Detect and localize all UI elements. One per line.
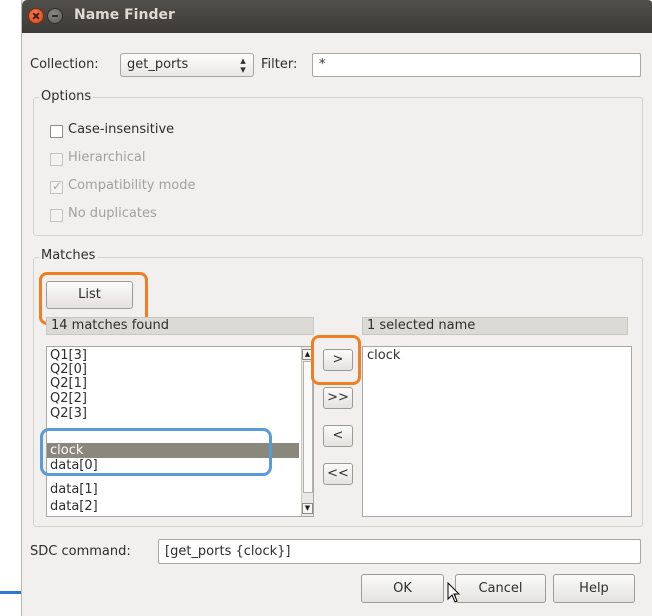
collection-value: get_ports [127, 57, 189, 72]
compatibility-mode-checkbox[interactable]: ✓ [50, 179, 63, 194]
list-item[interactable]: Q2[1] [50, 376, 87, 391]
filter-value: * [319, 57, 326, 72]
cancel-button[interactable]: Cancel [455, 574, 546, 603]
list-item[interactable]: Q2[3] [50, 406, 87, 421]
hierarchical-checkbox[interactable] [50, 153, 63, 166]
list-item[interactable]: data[2] [50, 499, 98, 514]
title-bar: Name Finder [22, 0, 652, 33]
sdc-command-value: [get_ports {clock}] [165, 544, 291, 559]
list-item[interactable]: clock [367, 348, 400, 363]
compatibility-mode-label: Compatibility mode [68, 178, 196, 193]
add-button-callout [311, 335, 361, 385]
name-finder-dialog: Name Finder Collection: get_ports ▴ ▾ Fil… [21, 0, 652, 616]
list-item[interactable]: Q1[3] [50, 348, 87, 363]
checkmark-icon: ✓ [52, 179, 63, 193]
filter-label: Filter: [261, 57, 298, 72]
no-duplicates-label: No duplicates [68, 206, 157, 221]
matches-found-header: 14 matches found [46, 317, 314, 335]
mouse-pointer-icon [447, 582, 461, 603]
window-title: Name Finder [74, 7, 175, 23]
case-insensitive-checkbox[interactable] [50, 125, 63, 138]
options-title: Options [39, 89, 94, 104]
clock-item-callout [40, 428, 272, 476]
collection-label: Collection: [30, 57, 99, 72]
slide-accent-line [0, 591, 22, 594]
add-all-button[interactable]: >> [323, 387, 353, 409]
hierarchical-label: Hierarchical [68, 150, 146, 165]
list-item[interactable]: Q2[2] [50, 391, 87, 406]
collection-select[interactable]: get_ports ▴ ▾ [120, 53, 254, 77]
filter-input[interactable]: * [312, 53, 641, 77]
combo-arrows-icon: ▴ ▾ [240, 54, 246, 76]
selected-names-header: 1 selected name [362, 317, 628, 335]
matches-title: Matches [39, 248, 98, 263]
selected-names-list[interactable]: clock [362, 346, 632, 517]
no-duplicates-checkbox[interactable] [50, 209, 63, 222]
case-insensitive-label: Case-insensitive [68, 122, 175, 137]
list-item[interactable]: data[1] [50, 482, 98, 497]
remove-all-button[interactable]: << [323, 463, 353, 485]
sdc-command-field[interactable]: [get_ports {clock}] [158, 539, 641, 564]
scroll-down-icon[interactable]: ▼ [302, 503, 313, 514]
help-button[interactable]: Help [553, 574, 635, 603]
remove-selected-button[interactable]: < [323, 425, 353, 447]
list-item[interactable]: Q2[0] [50, 362, 87, 377]
sdc-command-label: SDC command: [30, 544, 131, 559]
minimize-window-icon[interactable] [47, 8, 63, 24]
close-window-icon[interactable] [28, 8, 44, 24]
ok-button[interactable]: OK [361, 574, 444, 603]
